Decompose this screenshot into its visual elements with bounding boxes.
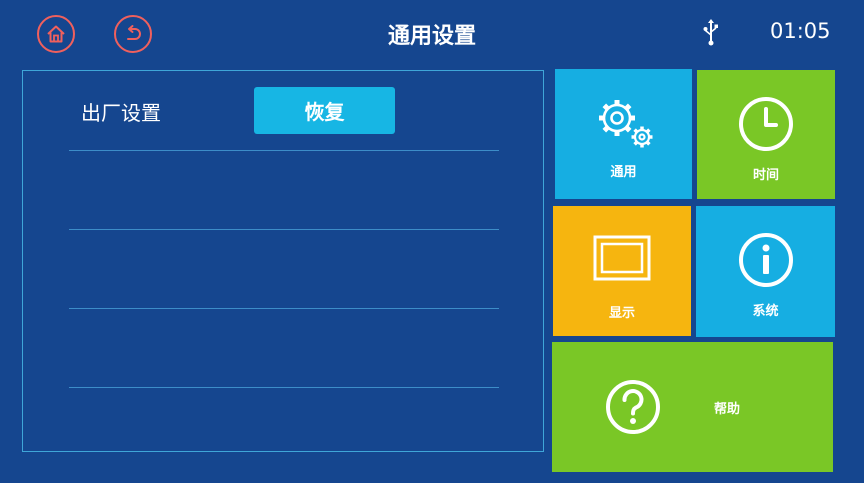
tile-help[interactable]: 帮助	[552, 342, 833, 472]
tile-label: 显示	[608, 306, 635, 321]
row-divider	[69, 387, 499, 388]
factory-settings-label: 出厂设置	[81, 101, 161, 125]
clock-time: 01:05	[770, 19, 831, 43]
tile-label: 系统	[752, 304, 779, 319]
gear-icon	[598, 100, 652, 148]
tile-label: 帮助	[714, 401, 741, 417]
tile-general[interactable]: 通用	[555, 69, 692, 199]
top-bar: 通用设置 01:05	[0, 0, 864, 66]
tile-display[interactable]: 显示	[553, 206, 691, 336]
tile-time[interactable]: 时间	[697, 70, 835, 199]
settings-panel: 出厂设置 恢复	[22, 70, 544, 452]
tile-system[interactable]: 系统	[696, 206, 835, 337]
clock-icon	[739, 97, 793, 151]
row-divider	[69, 150, 499, 151]
usb-icon	[702, 18, 720, 50]
tile-label: 时间	[752, 168, 779, 183]
monitor-icon	[593, 235, 651, 281]
row-divider	[69, 308, 499, 309]
restore-button[interactable]: 恢复	[254, 87, 395, 134]
page-title: 通用设置	[387, 24, 476, 49]
tile-label: 通用	[610, 165, 637, 180]
row-divider	[69, 229, 499, 230]
help-icon	[606, 380, 660, 434]
info-icon	[738, 233, 793, 287]
